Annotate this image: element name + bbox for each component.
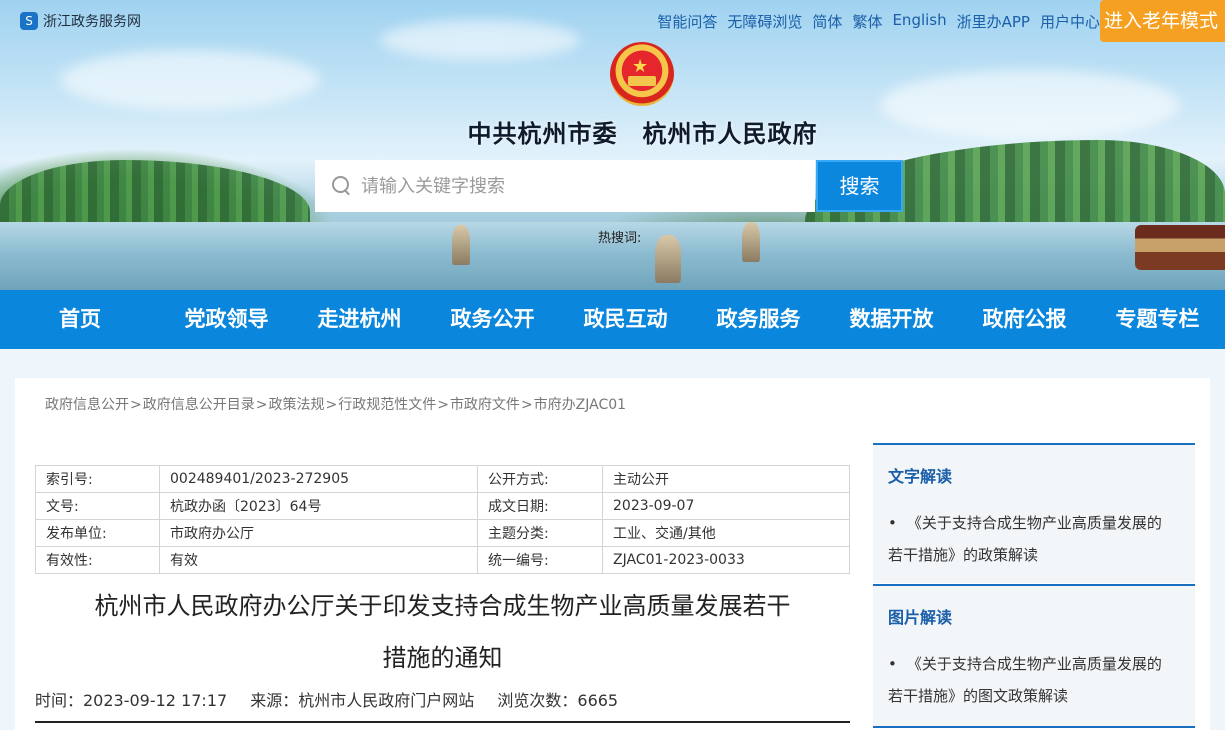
- top-links: 智能问答 无障碍浏览 简体 繁体 English 浙里办APP 用户中心: [647, 11, 1100, 32]
- nav-open-data[interactable]: 数据开放: [825, 290, 958, 349]
- meta-value: 002489401/2023-272905: [159, 465, 478, 493]
- breadcrumb-item[interactable]: 市府办ZJAC01: [534, 397, 626, 413]
- nav-leadership[interactable]: 党政领导: [160, 290, 293, 349]
- document-title-line: 措施的通知: [382, 644, 503, 672]
- bullet-icon: •: [888, 514, 897, 532]
- main-content: 政府信息公开>政府信息公开目录>政策法规>行政规范性文件>市政府文件>市府办ZJ…: [15, 378, 1210, 730]
- table-row: 索引号: 002489401/2023-272905 公开方式: 主动公开: [35, 465, 850, 493]
- nav-special-topics[interactable]: 专题专栏: [1091, 290, 1224, 349]
- image-interpretation-card: 图片解读 • 《关于支持合成生物产业高质量发展的 若干措施》的图文政策解读: [873, 584, 1195, 726]
- breadcrumb-item[interactable]: 行政规范性文件: [338, 397, 436, 413]
- meta-value: 有效: [159, 546, 478, 574]
- interpretation-link[interactable]: • 《关于支持合成生物产业高质量发展的 若干措施》的图文政策解读: [888, 648, 1180, 712]
- meta-label: 公开方式:: [477, 465, 603, 493]
- breadcrumb-item[interactable]: 市政府文件: [450, 397, 520, 413]
- meta-label: 有效性:: [35, 546, 160, 574]
- table-row: 发布单位: 市政府办公厅 主题分类: 工业、交通/其他: [35, 519, 850, 547]
- nav-home[interactable]: 首页: [0, 290, 160, 349]
- meta-label: 成文日期:: [477, 492, 603, 520]
- link-accessibility[interactable]: 无障碍浏览: [727, 11, 802, 32]
- meta-value: 市政府办公厅: [159, 519, 478, 547]
- meta-value: 主动公开: [602, 465, 850, 493]
- link-simplified[interactable]: 简体: [812, 11, 842, 32]
- view-count: 浏览次数：6665: [497, 691, 619, 710]
- search-box: [315, 160, 815, 212]
- meta-label: 索引号:: [35, 465, 160, 493]
- breadcrumb-item[interactable]: 政府信息公开: [45, 397, 129, 413]
- link-english[interactable]: English: [892, 11, 946, 32]
- national-emblem-icon: ★: [610, 42, 674, 106]
- zhejiang-gov-logo-icon: S: [20, 12, 38, 30]
- document-title: 杭州市人民政府办公厅关于印发支持合成生物产业高质量发展若干 措施的通知: [35, 580, 850, 684]
- document-info: 时间：2023-09-12 17:17 来源：杭州市人民政府门户网站 浏览次数：…: [35, 687, 850, 723]
- link-user-center[interactable]: 用户中心: [1040, 11, 1100, 32]
- search-icon: [332, 176, 352, 196]
- document-meta-table: 索引号: 002489401/2023-272905 公开方式: 主动公开 文号…: [35, 465, 850, 574]
- breadcrumb: 政府信息公开>政府信息公开目录>政策法规>行政规范性文件>市政府文件>市府办ZJ…: [45, 397, 627, 413]
- document-title-line: 杭州市人民政府办公厅关于印发支持合成生物产业高质量发展若干: [94, 592, 791, 620]
- meta-label: 主题分类:: [477, 519, 603, 547]
- nav-gov-services[interactable]: 政务服务: [692, 290, 825, 349]
- meta-label: 文号:: [35, 492, 160, 520]
- meta-value: 2023-09-07: [602, 492, 850, 520]
- text-interpretation-card: 文字解读 • 《关于支持合成生物产业高质量发展的 若干措施》的政策解读: [873, 443, 1195, 583]
- meta-value: ZJAC01-2023-0033: [602, 546, 850, 574]
- breadcrumb-item[interactable]: 政府信息公开目录: [143, 397, 255, 413]
- publish-time: 时间：2023-09-12 17:17: [35, 691, 228, 710]
- interpretation-link[interactable]: • 《关于支持合成生物产业高质量发展的 若干措施》的政策解读: [888, 507, 1180, 571]
- site-logo-link[interactable]: S 浙江政务服务网: [20, 11, 141, 31]
- top-bar: S 浙江政务服务网 智能问答 无障碍浏览 简体 繁体 English 浙里办AP…: [0, 0, 1225, 42]
- table-row: 有效性: 有效 统一编号: ZJAC01-2023-0033: [35, 546, 850, 574]
- breadcrumb-item[interactable]: 政策法规: [268, 397, 324, 413]
- meta-label: 统一编号:: [477, 546, 603, 574]
- table-row: 文号: 杭政办函〔2023〕64号 成文日期: 2023-09-07: [35, 492, 850, 520]
- link-zheliban-app[interactable]: 浙里办APP: [957, 11, 1030, 32]
- sidebar-divider: [873, 726, 1195, 728]
- meta-label: 发布单位:: [35, 519, 160, 547]
- nav-interaction[interactable]: 政民互动: [559, 290, 692, 349]
- meta-value: 工业、交通/其他: [602, 519, 850, 547]
- search-button[interactable]: 搜索: [816, 160, 903, 212]
- link-smart-qa[interactable]: 智能问答: [657, 11, 717, 32]
- card-heading: 图片解读: [888, 608, 953, 627]
- nav-gov-affairs-open[interactable]: 政务公开: [426, 290, 559, 349]
- search-input[interactable]: [361, 175, 791, 197]
- elder-mode-button[interactable]: 进入老年模式: [1100, 0, 1225, 42]
- hot-words-label: 热搜词:: [598, 231, 642, 246]
- nav-about-hangzhou[interactable]: 走进杭州: [293, 290, 426, 349]
- nav-gov-bulletin[interactable]: 政府公报: [958, 290, 1091, 349]
- publish-source: 来源：杭州市人民政府门户网站: [250, 691, 475, 710]
- site-name: 浙江政务服务网: [43, 14, 141, 30]
- bullet-icon: •: [888, 655, 897, 673]
- link-traditional[interactable]: 繁体: [852, 11, 882, 32]
- meta-value: 杭政办函〔2023〕64号: [159, 492, 478, 520]
- page-title: 中共杭州市委 杭州市人民政府: [467, 119, 818, 148]
- main-nav: 首页 党政领导 走进杭州 政务公开 政民互动 政务服务 数据开放 政府公报 专题…: [0, 290, 1225, 349]
- card-heading: 文字解读: [888, 467, 953, 486]
